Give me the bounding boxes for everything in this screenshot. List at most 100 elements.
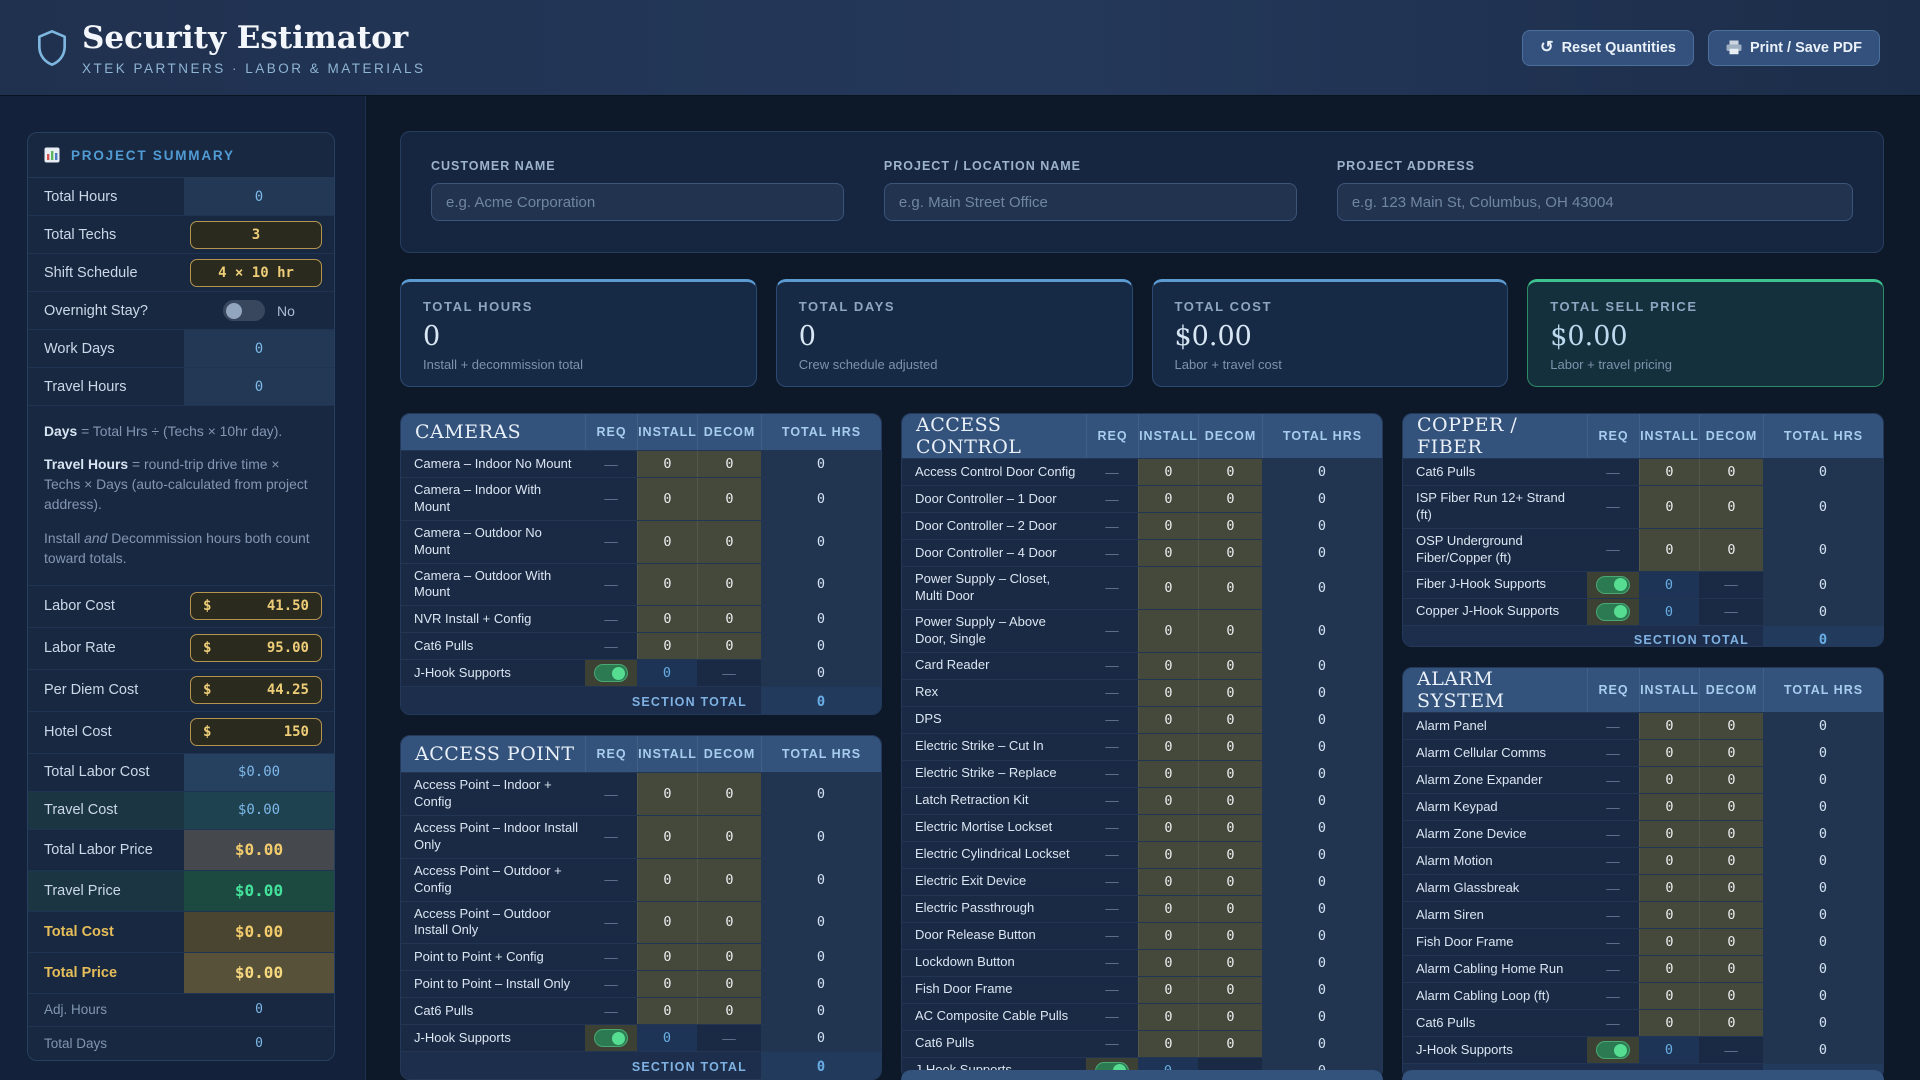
install-qty-input[interactable]: 0 [637,633,697,660]
install-qty-input[interactable]: 0 [1639,528,1699,571]
install-qty-input[interactable]: 0 [1138,1003,1198,1030]
decom-qty-input[interactable]: 0 [697,451,761,477]
install-qty-input[interactable]: 0 [1639,713,1699,740]
overnight-toggle[interactable] [223,300,266,321]
decom-qty-input[interactable]: 0 [697,478,761,520]
decom-qty-input[interactable]: 0 [697,773,761,816]
project-name-input[interactable] [883,183,1297,221]
print-save-pdf-button[interactable]: Print / Save PDF [1707,29,1880,66]
install-qty-input[interactable]: 0 [1138,459,1198,485]
install-qty-input[interactable]: 0 [1138,1030,1198,1057]
labor-rate-input[interactable]: $95.00 [190,634,322,663]
install-qty-input[interactable]: 0 [637,478,697,520]
install-qty-input[interactable]: 0 [1138,679,1198,706]
install-qty-input[interactable]: 0 [637,944,697,971]
install-qty-input[interactable]: 0 [1639,459,1699,485]
decom-qty-input[interactable]: 0 [1699,821,1763,848]
decom-qty-input[interactable]: 0 [697,971,761,998]
install-qty-input[interactable]: 0 [1138,841,1198,868]
install-qty-input[interactable]: 0 [1639,767,1699,794]
decom-qty-input[interactable]: 0 [697,606,761,633]
decom-qty-input[interactable]: 0 [1198,567,1262,609]
shift-schedule-select[interactable]: 4 × 10 hr [190,258,322,287]
decom-qty-input[interactable]: 0 [1699,528,1763,571]
req-toggle[interactable] [1596,602,1630,621]
install-qty-input[interactable]: 0 [1138,787,1198,814]
decom-qty-input[interactable]: 0 [1198,609,1262,652]
install-qty-input[interactable]: 0 [1138,733,1198,760]
install-qty-input[interactable]: 0 [1639,956,1699,983]
install-qty-input[interactable]: 0 [1138,652,1198,679]
per-diem-input[interactable]: $44.25 [190,676,322,705]
install-qty-input[interactable]: 0 [637,901,697,944]
install-qty-input[interactable]: 0 [1138,609,1198,652]
install-qty-input[interactable]: 0 [1138,567,1198,609]
install-qty-input[interactable]: 0 [1639,486,1699,528]
decom-qty-input[interactable]: 0 [1198,540,1262,566]
install-qty-input[interactable]: 0 [637,606,697,633]
install-qty-input[interactable]: 0 [1639,821,1699,848]
decom-qty-input[interactable]: 0 [1198,895,1262,922]
decom-qty-input[interactable]: 0 [1198,976,1262,1003]
req-toggle[interactable] [594,664,628,683]
install-qty-input[interactable]: 0 [637,816,697,858]
decom-qty-input[interactable]: 0 [697,998,761,1025]
install-qty-input[interactable]: 0 [1639,875,1699,902]
decom-qty-input[interactable]: 0 [697,633,761,660]
decom-qty-input[interactable]: 0 [1198,787,1262,814]
install-qty-input[interactable]: 0 [1138,868,1198,895]
install-qty-input[interactable]: 0 [1138,895,1198,922]
decom-qty-input[interactable]: 0 [697,944,761,971]
decom-qty-input[interactable]: 0 [1699,794,1763,821]
req-toggle[interactable] [1596,575,1630,594]
decom-qty-input[interactable]: 0 [1699,902,1763,929]
install-qty-input[interactable]: 0 [637,998,697,1025]
decom-qty-input[interactable]: 0 [1198,922,1262,949]
decom-qty-input[interactable]: 0 [1198,679,1262,706]
decom-qty-input[interactable]: 0 [1198,868,1262,895]
labor-cost-input[interactable]: $41.50 [190,592,322,621]
install-qty-input[interactable]: 0 [1639,1010,1699,1037]
decom-qty-input[interactable]: 0 [1699,767,1763,794]
install-qty-input[interactable]: 0 [1639,848,1699,875]
decom-qty-input[interactable]: 0 [1699,929,1763,956]
install-qty-input[interactable]: 0 [1138,976,1198,1003]
install-qty-input[interactable]: 0 [1138,949,1198,976]
decom-qty-input[interactable]: 0 [1198,486,1262,512]
decom-qty-input[interactable]: 0 [697,858,761,901]
decom-qty-input[interactable]: 0 [1699,956,1763,983]
decom-qty-input[interactable]: 0 [697,816,761,858]
decom-qty-input[interactable]: 0 [1699,1010,1763,1037]
reset-quantities-button[interactable]: ↺ Reset Quantities [1522,29,1694,66]
install-qty-input[interactable]: 0 [1138,540,1198,566]
req-toggle[interactable] [1596,1041,1630,1060]
install-qty-input[interactable]: 0 [1639,740,1699,767]
install-qty-input[interactable]: 0 [1138,922,1198,949]
install-qty-input[interactable]: 0 [1639,794,1699,821]
req-toggle[interactable] [594,1029,628,1048]
install-qty-input[interactable]: 0 [1138,706,1198,733]
decom-qty-input[interactable]: 0 [1198,706,1262,733]
decom-qty-input[interactable]: 0 [1699,713,1763,740]
decom-qty-input[interactable]: 0 [1699,459,1763,485]
install-qty-input[interactable]: 0 [637,773,697,816]
decom-qty-input[interactable]: 0 [1699,486,1763,528]
decom-qty-input[interactable]: 0 [697,520,761,563]
install-qty-input[interactable]: 0 [637,971,697,998]
decom-qty-input[interactable]: 0 [1198,760,1262,787]
customer-name-input[interactable] [431,183,844,221]
decom-qty-input[interactable]: 0 [1198,1030,1262,1057]
decom-qty-input[interactable]: 0 [1198,652,1262,679]
decom-qty-input[interactable]: 0 [697,563,761,606]
install-qty-input[interactable]: 0 [1639,929,1699,956]
install-qty-input[interactable]: 0 [637,563,697,606]
hotel-cost-input[interactable]: $150 [190,718,322,747]
total-techs-input[interactable]: 3 [190,220,322,249]
decom-qty-input[interactable]: 0 [1198,733,1262,760]
decom-qty-input[interactable]: 0 [1198,459,1262,485]
decom-qty-input[interactable]: 0 [1699,848,1763,875]
install-qty-input[interactable]: 0 [637,451,697,477]
install-qty-input[interactable]: 0 [637,520,697,563]
decom-qty-input[interactable]: 0 [1699,983,1763,1010]
decom-qty-input[interactable]: 0 [1699,875,1763,902]
